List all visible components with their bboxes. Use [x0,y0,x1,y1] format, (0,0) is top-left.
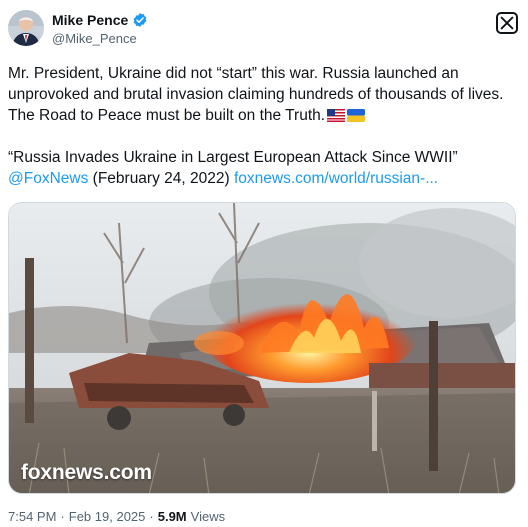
tweet-line-1: Mr. President, Ukraine did not “start” t… [8,65,459,82]
ukraine-flag-icon [347,107,366,122]
quote-line: “Russia Invades Ukraine in Largest Europ… [8,149,458,166]
avatar[interactable] [8,10,44,46]
tweet-body: Mr. President, Ukraine did not “start” t… [8,63,520,189]
burning-building-photo [9,203,515,493]
tweet-line-3-text: The Road to Peace must be built on the T… [8,107,326,124]
tweet-meta: 7:54 PM · Feb 19, 2025 · 5.9M Views [8,509,225,524]
tweet-line-3: The Road to Peace must be built on the T… [8,105,520,126]
author-handle[interactable]: @Mike_Pence [52,31,137,46]
foxnews-mention-link[interactable]: @FoxNews [8,170,88,187]
media-watermark: foxnews.com [21,461,152,484]
us-flag-icon [327,107,346,122]
author-name[interactable]: Mike Pence [52,12,128,28]
author-name-row: Mike Pence [52,12,148,28]
source-line: @FoxNews (February 24, 2022) foxnews.com… [8,168,520,189]
tweet-media[interactable]: foxnews.com [8,202,516,494]
date-text: (February 24, 2022) [92,170,230,187]
verified-badge-icon [132,12,148,28]
article-link[interactable]: foxnews.com/world/russian-... [234,170,438,187]
tweet-line-2: unprovoked and brutal invasion claiming … [8,86,504,103]
separator-dot: · [60,509,65,524]
post-date[interactable]: Feb 19, 2025 [69,509,146,524]
x-logo-icon[interactable] [496,12,518,34]
avatar-image [8,10,44,46]
views-label: Views [190,509,226,524]
views-count: 5.9M [157,509,187,524]
separator-dot: · [149,509,154,524]
post-time[interactable]: 7:54 PM [8,509,56,524]
